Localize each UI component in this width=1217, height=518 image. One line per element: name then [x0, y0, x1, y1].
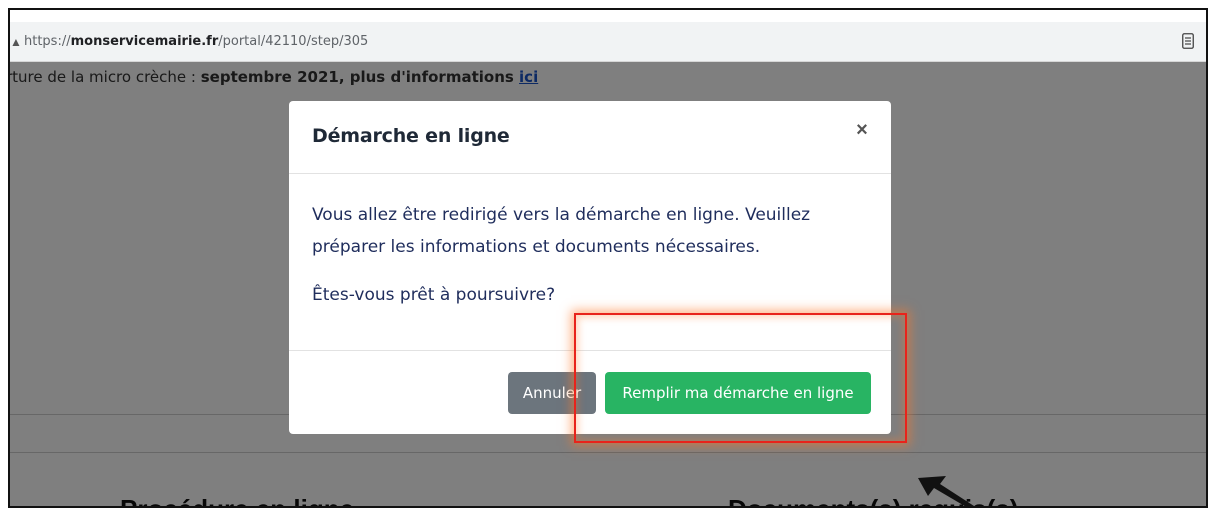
highlight-box [574, 313, 907, 443]
close-icon[interactable]: × [853, 120, 871, 140]
address-bar[interactable]: ▲ https://monservicemairie.fr/portal/421… [10, 22, 1206, 62]
dialog-title: Démarche en ligne [312, 125, 510, 147]
reader-mode-icon[interactable] [1182, 33, 1194, 49]
dialog-header: Démarche en ligne × [289, 101, 891, 174]
url-scheme: https:// [24, 34, 71, 49]
url-path: /portal/42110/step/305 [218, 34, 369, 49]
dialog-message: Vous allez être redirigé vers la démarch… [312, 205, 811, 257]
dialog-body: Vous allez être redirigé vers la démarch… [312, 199, 872, 327]
site-info-icon[interactable]: ▲ [10, 32, 22, 52]
arrow-cursor-icon [918, 476, 974, 508]
url-host: monservicemairie.fr [70, 34, 219, 49]
dialog-question: Êtes-vous prêt à poursuivre? [312, 285, 556, 305]
url-text[interactable]: https://monservicemairie.fr/portal/42110… [24, 32, 368, 52]
